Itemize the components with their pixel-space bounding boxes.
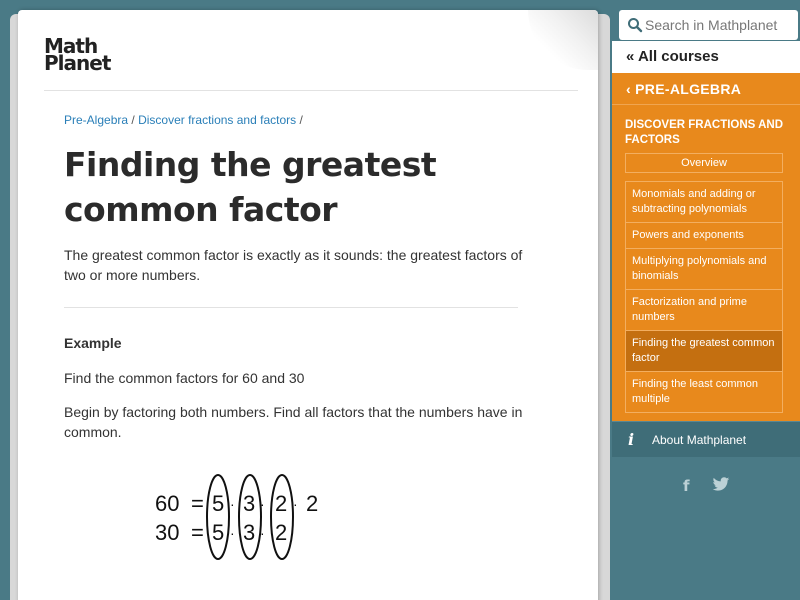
all-courses-label: All courses bbox=[637, 48, 719, 65]
circle-common-3 bbox=[238, 474, 262, 560]
section-divider bbox=[64, 307, 518, 308]
row2-factor-3: 2 bbox=[275, 520, 287, 545]
row1-number: 60 bbox=[155, 491, 179, 516]
about-mathplanet-link[interactable]: i About Mathplanet bbox=[612, 421, 800, 457]
circle-common-5 bbox=[206, 474, 230, 560]
header-divider bbox=[44, 90, 578, 91]
page-curl bbox=[528, 10, 598, 70]
row2-equals: = bbox=[191, 520, 204, 545]
example-task: Find the common factors for 60 and 30 bbox=[64, 370, 305, 386]
breadcrumb-discover-fractions[interactable]: Discover fractions and factors bbox=[138, 113, 296, 127]
lesson-factorization[interactable]: Factorization and prime numbers bbox=[625, 290, 783, 331]
row1-extra-factor: 2 bbox=[306, 491, 318, 516]
double-chevron-left-icon: « bbox=[626, 48, 635, 65]
intro-text: The greatest common factor is exactly as… bbox=[64, 247, 523, 283]
row1-factor-1: 5 bbox=[212, 491, 224, 516]
breadcrumb-separator: / bbox=[299, 113, 303, 127]
unit-title: DISCOVER FRACTIONS AND FACTORS bbox=[625, 119, 784, 146]
course-menu: ‹ PRE-ALGEBRA DISCOVER FRACTIONS AND FAC… bbox=[612, 73, 800, 421]
search-icon[interactable] bbox=[627, 17, 643, 33]
all-courses-link[interactable]: « All courses bbox=[612, 41, 800, 73]
logo-line-2: Planet bbox=[44, 51, 111, 75]
course-link-pre-algebra[interactable]: ‹ PRE-ALGEBRA bbox=[612, 73, 800, 105]
lesson-greatest-common-factor[interactable]: Finding the greatest common factor bbox=[625, 331, 783, 372]
row1-dot-1: · bbox=[230, 496, 235, 512]
row2-number: 30 bbox=[155, 520, 179, 545]
lesson-powers-exponents[interactable]: Powers and exponents bbox=[625, 223, 783, 249]
row1-factor-2: 3 bbox=[243, 491, 255, 516]
lesson-list: Monomials and adding or subtracting poly… bbox=[625, 181, 783, 413]
row1-equals: = bbox=[191, 491, 204, 516]
factor-diagram: 60 = 5 · 3 · 2 · 2 30 = 5 · 3 · 2 bbox=[155, 474, 318, 560]
breadcrumb: Pre-Algebra / Discover fractions and fac… bbox=[64, 113, 303, 127]
breadcrumb-pre-algebra[interactable]: Pre-Algebra bbox=[64, 113, 128, 127]
mathplanet-logo[interactable]: Math Planet bbox=[44, 36, 114, 78]
overview-button[interactable]: Overview bbox=[625, 153, 783, 173]
about-label: About Mathplanet bbox=[652, 433, 747, 447]
search-input[interactable] bbox=[645, 14, 793, 36]
twitter-icon[interactable] bbox=[712, 477, 730, 492]
lesson-least-common-multiple[interactable]: Finding the least common multiple bbox=[625, 372, 783, 413]
example-title: Example bbox=[64, 335, 122, 351]
row2-factor-2: 3 bbox=[243, 520, 255, 545]
search-box[interactable] bbox=[619, 10, 798, 40]
lesson-monomials[interactable]: Monomials and adding or subtracting poly… bbox=[625, 181, 783, 223]
course-label: PRE-ALGEBRA bbox=[635, 81, 742, 97]
lesson-multiplying-polynomials[interactable]: Multiplying polynomials and binomials bbox=[625, 249, 783, 290]
info-icon: i bbox=[628, 430, 635, 449]
facebook-icon[interactable]: f bbox=[683, 477, 690, 495]
breadcrumb-separator: / bbox=[131, 113, 135, 127]
chevron-left-icon: ‹ bbox=[626, 81, 631, 97]
row1-factor-3: 2 bbox=[275, 491, 287, 516]
page-title: Finding the greatest common factor bbox=[64, 145, 437, 229]
circle-common-2 bbox=[270, 474, 294, 560]
row2-factor-1: 5 bbox=[212, 520, 224, 545]
example-instruction: Begin by factoring both numbers. Find al… bbox=[64, 404, 523, 440]
row2-dot-1: · bbox=[230, 525, 235, 541]
